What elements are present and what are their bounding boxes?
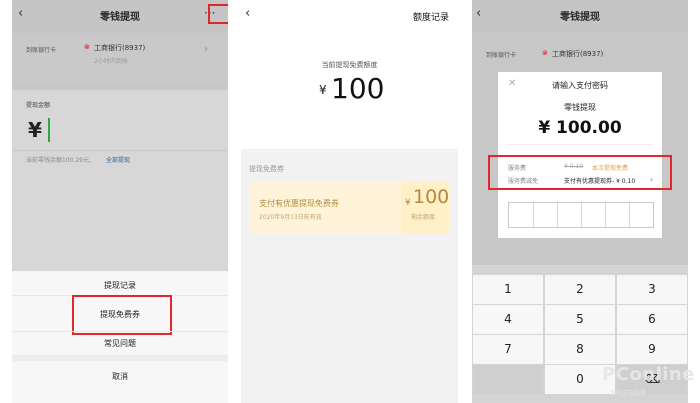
key-5[interactable]: 5 bbox=[545, 305, 615, 334]
icbc-logo-icon: ⊗ bbox=[84, 43, 90, 51]
dialog-title: 请输入支付密码 bbox=[552, 81, 608, 90]
cancel-button[interactable]: 取消 bbox=[12, 371, 228, 382]
divider bbox=[508, 144, 652, 145]
coupon-date: 2020年9月13日前有效 bbox=[259, 214, 322, 221]
watermark-subtitle: 太平洋电脑网 bbox=[610, 390, 647, 397]
quota-amount: 100 bbox=[331, 72, 385, 105]
action-sheet: 提现记录 提现免费券 常见问题 取消 bbox=[12, 271, 228, 403]
coupon-currency: ¥ bbox=[405, 198, 411, 208]
key-3[interactable]: 3 bbox=[617, 275, 687, 304]
key-4[interactable]: 4 bbox=[473, 305, 543, 334]
amount-section bbox=[12, 90, 228, 272]
dialog-amount: ¥ 100.00 bbox=[538, 118, 622, 138]
withdraw-all-link[interactable]: 全部提现 bbox=[106, 155, 130, 164]
highlight-box bbox=[72, 295, 172, 335]
key-9[interactable]: 9 bbox=[617, 335, 687, 364]
remaining-label: 剩余额度 bbox=[411, 214, 436, 221]
page-title: 额度记录 bbox=[413, 13, 450, 23]
coupon-amount: 100 bbox=[413, 186, 450, 208]
divider bbox=[12, 331, 228, 332]
highlight-box bbox=[208, 4, 228, 24]
withdraw-screen: ‹ 零钱提现 ··· 到账银行卡 ⊗ 工商银行(8937) 2小时内到账 › 提… bbox=[12, 0, 228, 403]
coupon-section-label: 提现免费券 bbox=[249, 165, 284, 173]
divider bbox=[533, 203, 534, 227]
divider bbox=[12, 150, 228, 151]
bank-name: 工商银行(8937) bbox=[94, 44, 146, 52]
bank-label: 到账银行卡 bbox=[486, 52, 517, 59]
currency-symbol: ¥ bbox=[319, 83, 327, 97]
divider bbox=[629, 203, 630, 227]
watermark-logo: PConline bbox=[602, 364, 695, 385]
password-input[interactable] bbox=[508, 202, 654, 228]
key-6[interactable]: 6 bbox=[617, 305, 687, 334]
icbc-logo-icon: ⊗ bbox=[542, 49, 548, 57]
quota-label: 当前提现免费额度 bbox=[321, 61, 378, 69]
quota-record-screen: ‹ 额度记录 当前提现免费额度 ¥ 100 提现免费券 支付有优惠提现免费券 2… bbox=[241, 0, 458, 403]
key-7[interactable]: 7 bbox=[473, 335, 543, 364]
divider bbox=[605, 203, 606, 227]
chevron-right-icon: › bbox=[204, 44, 208, 55]
key-blank bbox=[473, 365, 543, 394]
amount-input-cursor[interactable] bbox=[48, 118, 50, 142]
dialog-subtitle: 零钱提现 bbox=[564, 103, 596, 112]
bank-name: 工商银行(8937) bbox=[552, 50, 604, 58]
chevron-left-icon[interactable]: ‹ bbox=[245, 6, 250, 21]
key-2[interactable]: 2 bbox=[545, 275, 615, 304]
highlight-box bbox=[488, 155, 672, 190]
balance-text: 当前零钱余额100.29元, bbox=[26, 157, 91, 164]
key-8[interactable]: 8 bbox=[545, 335, 615, 364]
divider bbox=[581, 203, 582, 227]
page-title: 零钱提现 bbox=[560, 12, 600, 23]
coupon-title: 支付有优惠提现免费券 bbox=[259, 199, 339, 208]
bank-label: 到账银行卡 bbox=[26, 47, 57, 54]
page-title: 零钱提现 bbox=[100, 12, 140, 23]
divider bbox=[12, 355, 228, 361]
amount-label: 提现金额 bbox=[26, 102, 51, 109]
payment-password-screen: ‹ 零钱提现 到账银行卡 ⊗ 工商银行(8937) ✕ 请输入支付密码 零钱提现… bbox=[472, 0, 688, 403]
divider bbox=[557, 203, 558, 227]
currency-symbol: ¥ bbox=[28, 118, 42, 142]
arrival-time: 2小时内到账 bbox=[94, 58, 128, 65]
key-1[interactable]: 1 bbox=[473, 275, 543, 304]
menu-item-faq[interactable]: 常见问题 bbox=[12, 338, 228, 349]
menu-item-withdraw-record[interactable]: 提现记录 bbox=[12, 280, 228, 291]
